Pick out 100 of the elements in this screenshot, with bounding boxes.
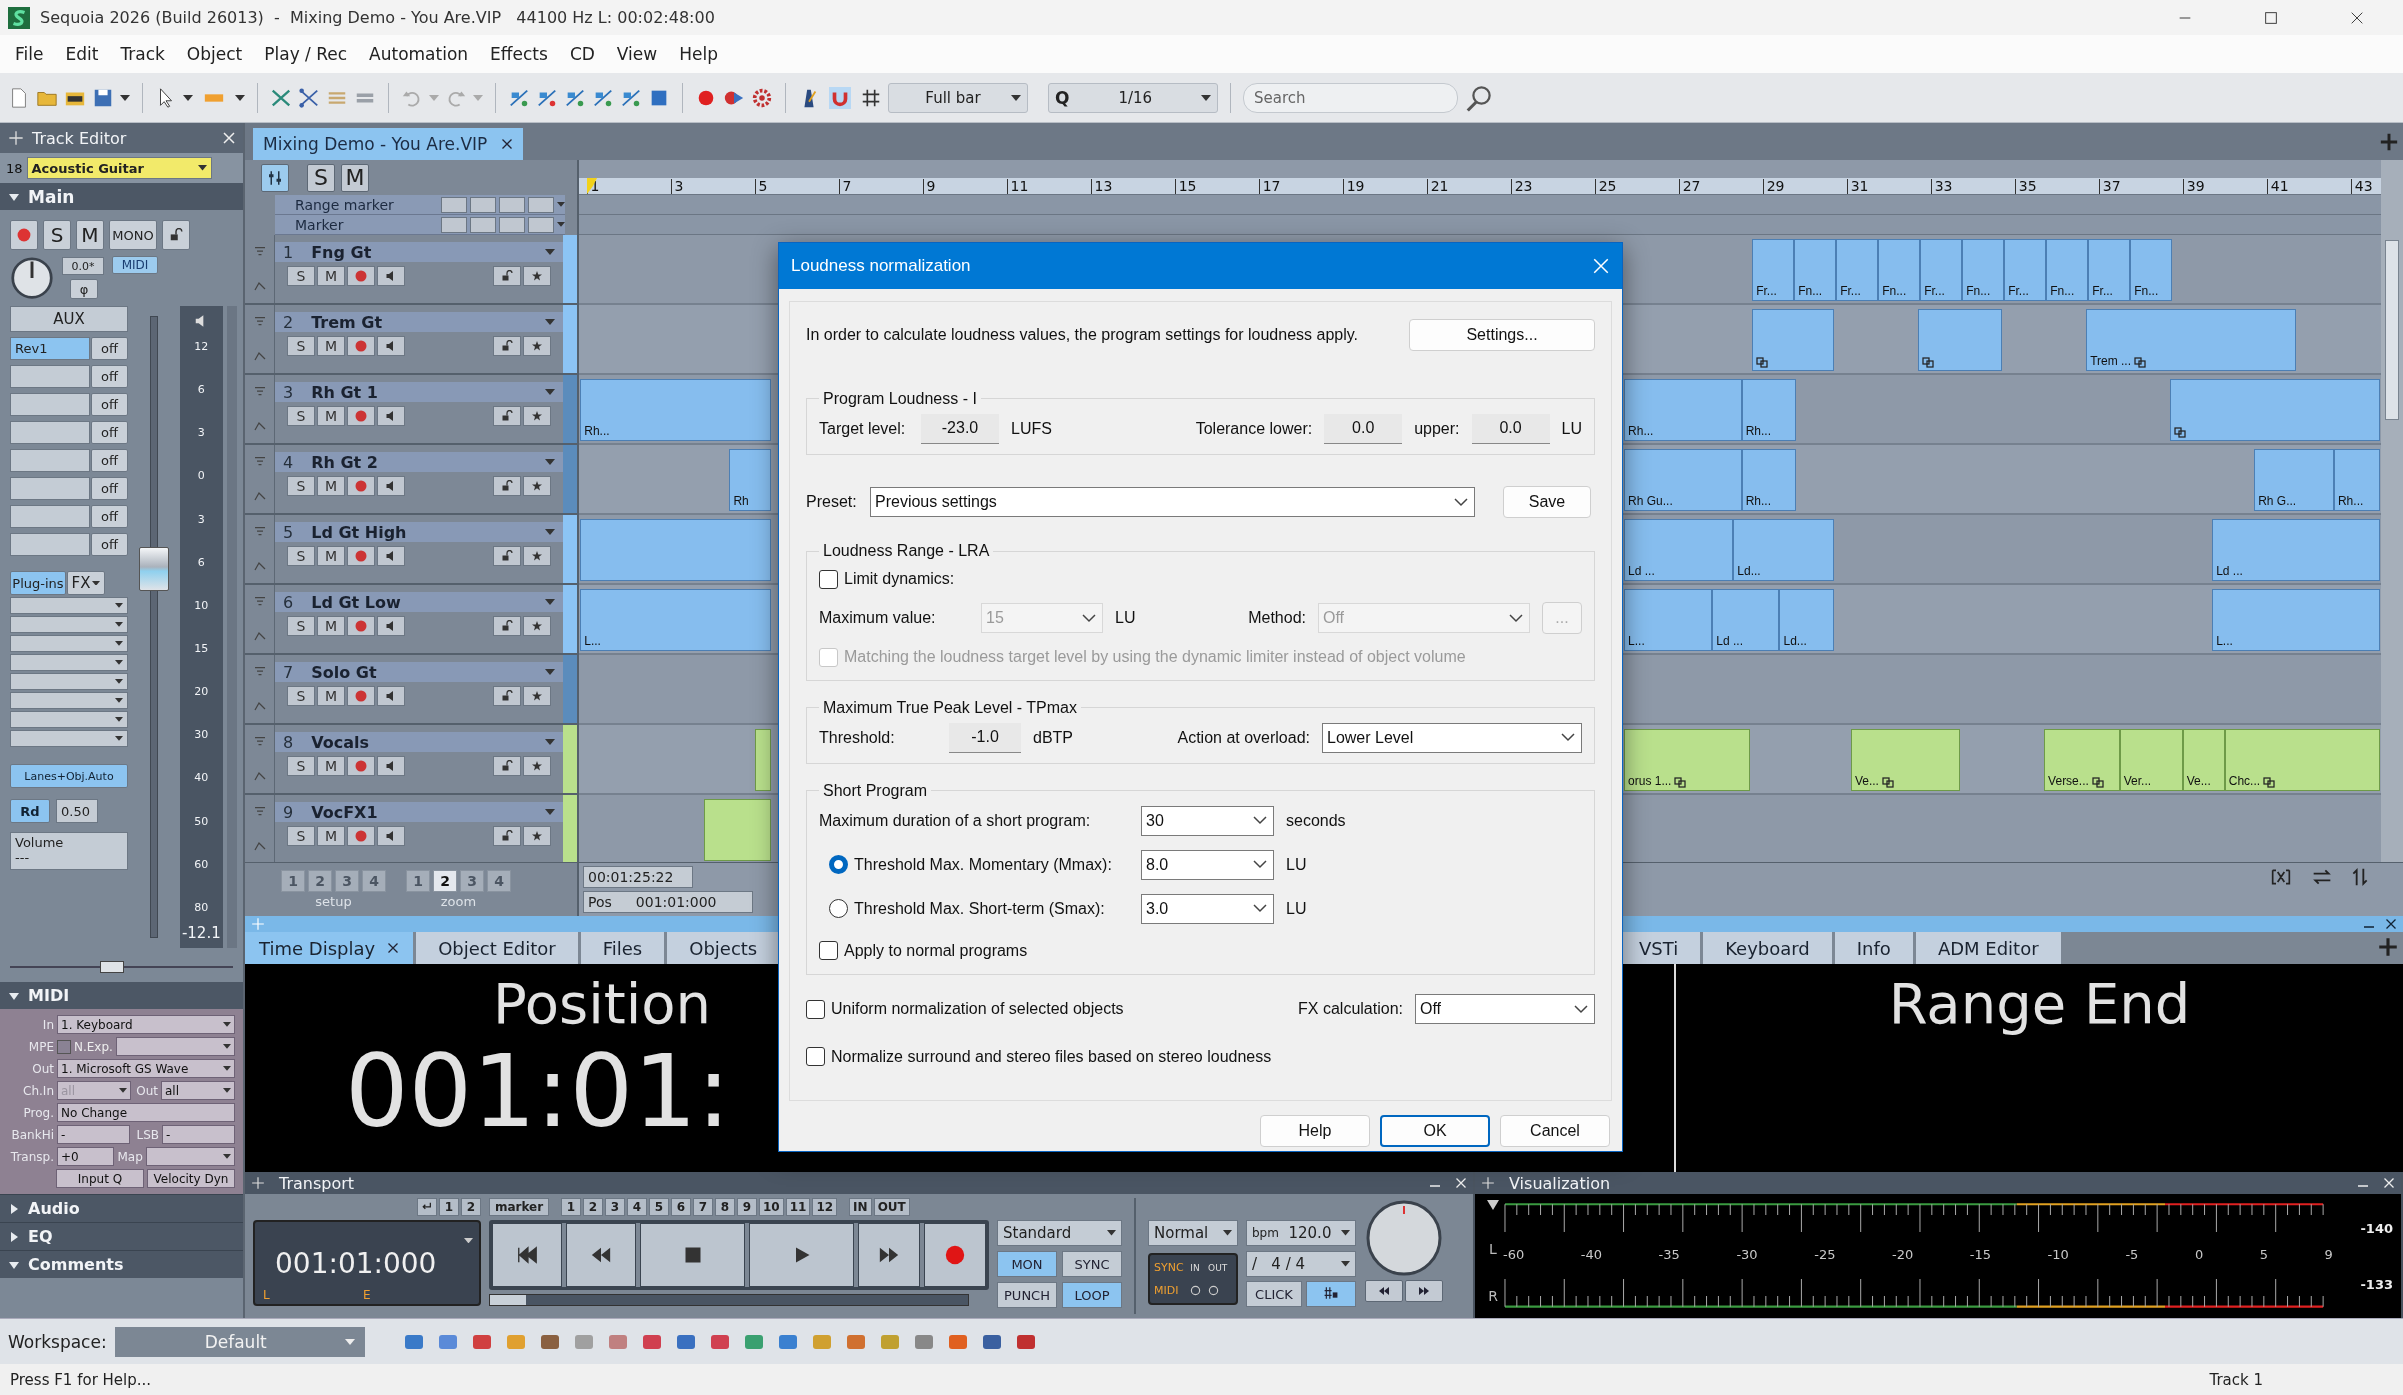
tempo-field[interactable]: bpm 120.0 (1246, 1220, 1356, 1246)
n-exp-dropdown[interactable] (115, 1037, 235, 1056)
bank-field[interactable]: - (57, 1125, 130, 1144)
audio-clip[interactable]: Fn... (1878, 239, 1921, 301)
radio-button[interactable] (829, 899, 848, 918)
menu-item[interactable]: CD (558, 44, 606, 64)
mute-button[interactable]: M (317, 756, 345, 776)
audio-clip[interactable]: orus 1... (1624, 729, 1751, 791)
marker-button[interactable]: 5 (649, 1198, 669, 1216)
audio-clip[interactable]: L... (2212, 589, 2381, 651)
star-button[interactable] (523, 826, 551, 846)
program-field[interactable]: No Change (57, 1103, 235, 1122)
mute-button[interactable]: M (317, 266, 345, 286)
checkbox[interactable] (806, 1047, 825, 1067)
solo-button[interactable]: S (287, 266, 315, 286)
monitor-button[interactable] (377, 546, 405, 566)
send-off-button[interactable]: off (91, 337, 128, 360)
expand-arrow-icon[interactable] (8, 1230, 20, 1243)
menu-item[interactable]: Play / Rec (253, 44, 359, 64)
send-off-button[interactable]: off (91, 505, 128, 528)
toggle-button[interactable]: PUNCH (997, 1282, 1057, 1308)
solo-button[interactable]: S (287, 756, 315, 776)
star-button[interactable] (523, 406, 551, 426)
lock-button[interactable] (493, 616, 521, 636)
audio-clip[interactable]: Rh G... (2254, 449, 2334, 511)
close-icon[interactable] (501, 138, 514, 150)
audio-clip[interactable]: Rh Gu... (1624, 449, 1742, 511)
menu-item[interactable]: Object (175, 44, 254, 64)
audio-clip[interactable] (1918, 309, 2003, 371)
click-button[interactable]: CLICK (1246, 1281, 1302, 1307)
monitor-button[interactable] (377, 476, 405, 496)
audio-clip[interactable]: L... (580, 589, 772, 651)
snap-dropdown[interactable]: Full bar (888, 82, 1028, 113)
panel-tab[interactable]: Time Display (245, 932, 414, 964)
solo-button[interactable]: S (307, 163, 335, 192)
panel-tab[interactable]: Files (580, 932, 665, 964)
star-button[interactable] (523, 546, 551, 566)
action-dropdown[interactable]: Lower Level (1322, 722, 1582, 753)
mute-button[interactable]: M (317, 616, 345, 636)
audio-clip[interactable]: Ve... (2182, 729, 2225, 791)
send-field[interactable] (10, 365, 90, 388)
tolerance-upper-field[interactable]: 0.0 (1471, 413, 1550, 444)
search-field[interactable]: Search (1243, 82, 1458, 113)
time-signature-dropdown[interactable]: / 4 / 4 (1246, 1251, 1356, 1277)
audio-clip[interactable]: Chc... (2224, 729, 2381, 791)
monitor-button[interactable] (377, 266, 405, 286)
marker-button[interactable]: 2 (461, 1198, 481, 1216)
send-field[interactable] (10, 533, 90, 556)
midi-badge[interactable]: MIDI (112, 256, 158, 274)
toggle-button[interactable]: MON (997, 1251, 1057, 1277)
panel-tab[interactable]: Objects (667, 932, 780, 964)
threshold-dropdown[interactable]: 3.0 (1141, 893, 1274, 924)
track-name[interactable]: Rh Gt 1 (311, 382, 527, 402)
marker-button[interactable]: 10 (759, 1198, 784, 1216)
marker-button[interactable]: marker (489, 1198, 549, 1216)
midi-in-dropdown[interactable]: 1. Keyboard (57, 1015, 235, 1034)
send-field[interactable]: Rev1 (10, 337, 90, 360)
audio-clip[interactable]: Fn... (2130, 239, 2173, 301)
zoom-preset-button[interactable]: 2 (433, 870, 457, 892)
channel-out-dropdown[interactable]: all (161, 1081, 235, 1100)
mono-button[interactable]: MONO (109, 220, 157, 250)
speed-dropdown[interactable]: Normal (1148, 1220, 1238, 1246)
gear-icon[interactable] (751, 86, 773, 109)
solo-button[interactable]: S (43, 220, 71, 250)
checkbox[interactable] (819, 941, 838, 960)
audio-clip[interactable]: Ld ... (1624, 519, 1734, 581)
audio-clip[interactable]: Ld ... (2212, 519, 2381, 581)
play-button[interactable] (749, 1223, 854, 1287)
threshold-field[interactable]: -1.0 (949, 722, 1021, 753)
plugin-slot-dropdown[interactable] (10, 597, 128, 614)
fx-calculation-dropdown[interactable]: Off (1415, 994, 1595, 1025)
preset-dropdown[interactable]: Previous settings (870, 487, 1475, 518)
audio-clip[interactable]: Fr... (2004, 239, 2047, 301)
lanes-button[interactable]: Lanes+Obj.Auto (10, 764, 128, 788)
audio-clip[interactable]: Ver... (2119, 729, 2183, 791)
audio-clip[interactable] (1752, 309, 1835, 371)
send-off-button[interactable]: off (91, 393, 128, 416)
audio-clip[interactable]: Rh... (1624, 379, 1742, 441)
checkbox[interactable] (806, 999, 825, 1019)
monitor-button[interactable] (377, 826, 405, 846)
move-handle-icon[interactable] (8, 130, 24, 146)
mute-button[interactable]: M (317, 476, 345, 496)
rewind-button[interactable] (1365, 1280, 1403, 1302)
audio-clip[interactable]: Fr... (1836, 239, 1879, 301)
audio-clip[interactable]: Fn... (2046, 239, 2089, 301)
monitor-button[interactable] (377, 336, 405, 356)
lock-button[interactable] (493, 756, 521, 776)
settings-button[interactable]: Settings... (1409, 319, 1595, 351)
send-field[interactable] (10, 449, 90, 472)
solo-button[interactable]: S (287, 826, 315, 846)
velocity-dyn-button[interactable]: Velocity Dyn (147, 1169, 235, 1188)
menu-item[interactable]: Effects (479, 44, 559, 64)
monitor-button[interactable] (377, 686, 405, 706)
balance-slider[interactable] (10, 960, 233, 974)
send-off-button[interactable]: off (91, 449, 128, 472)
rewind-button[interactable] (566, 1223, 636, 1287)
return-button[interactable] (417, 1198, 437, 1216)
move-handle-icon[interactable] (251, 1176, 265, 1190)
track-name[interactable]: Ld Gt Low (311, 592, 527, 612)
mute-button[interactable]: M (317, 336, 345, 356)
